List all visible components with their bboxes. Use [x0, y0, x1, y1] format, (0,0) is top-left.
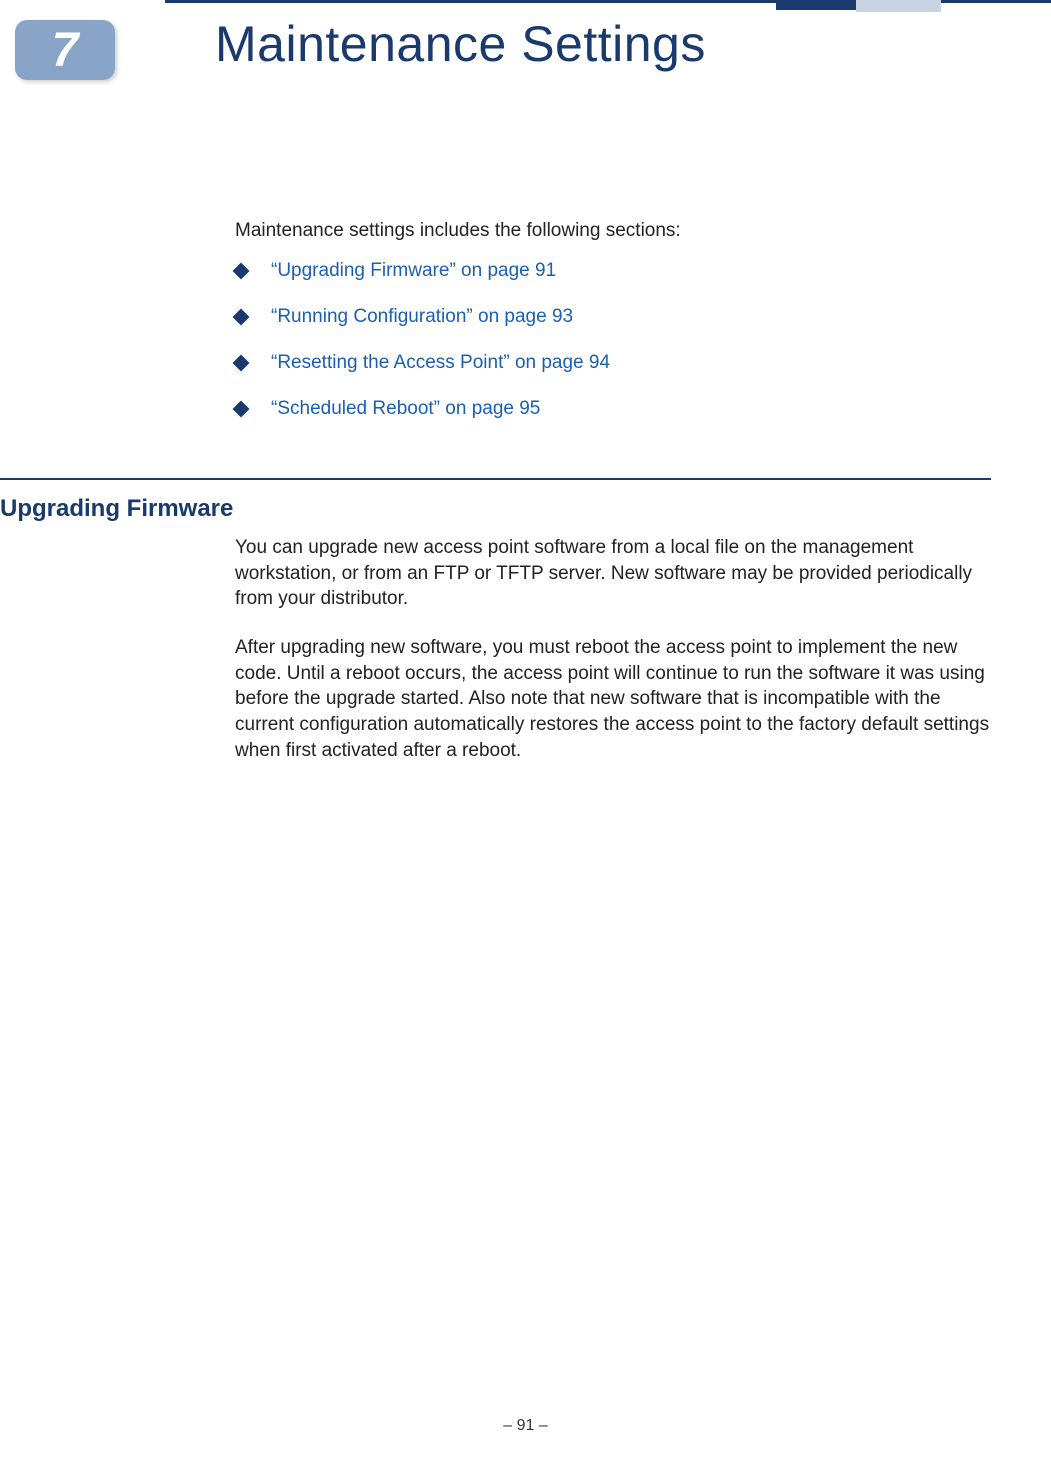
section-divider	[0, 478, 991, 480]
toc-link-upgrading-firmware[interactable]: “Upgrading Firmware” on page 91	[271, 260, 556, 282]
header-accent-light	[856, 0, 941, 12]
toc-item: “Upgrading Firmware” on page 91	[235, 260, 610, 282]
section-heading-upgrading-firmware: Upgrading Firmware	[0, 495, 233, 523]
toc-item: “Resetting the Access Point” on page 94	[235, 352, 610, 374]
chapter-title: Maintenance Settings	[215, 15, 706, 73]
toc-link-running-configuration[interactable]: “Running Configuration” on page 93	[271, 306, 573, 328]
chapter-number: 7	[52, 23, 79, 78]
diamond-bullet-icon	[233, 355, 250, 372]
toc-link-resetting-access-point[interactable]: “Resetting the Access Point” on page 94	[271, 352, 610, 374]
page-number: – 91 –	[0, 1417, 1051, 1435]
toc-item: “Scheduled Reboot” on page 95	[235, 398, 610, 420]
chapter-badge: 7	[15, 20, 115, 80]
toc-list: “Upgrading Firmware” on page 91 “Running…	[235, 260, 610, 444]
body-paragraph: You can upgrade new access point softwar…	[235, 535, 991, 612]
diamond-bullet-icon	[233, 309, 250, 326]
header-accent-dark	[776, 0, 856, 10]
body-paragraph: After upgrading new software, you must r…	[235, 635, 991, 763]
toc-item: “Running Configuration” on page 93	[235, 306, 610, 328]
diamond-bullet-icon	[233, 401, 250, 418]
intro-paragraph: Maintenance settings includes the follow…	[235, 220, 681, 242]
toc-link-scheduled-reboot[interactable]: “Scheduled Reboot” on page 95	[271, 398, 540, 420]
diamond-bullet-icon	[233, 263, 250, 280]
